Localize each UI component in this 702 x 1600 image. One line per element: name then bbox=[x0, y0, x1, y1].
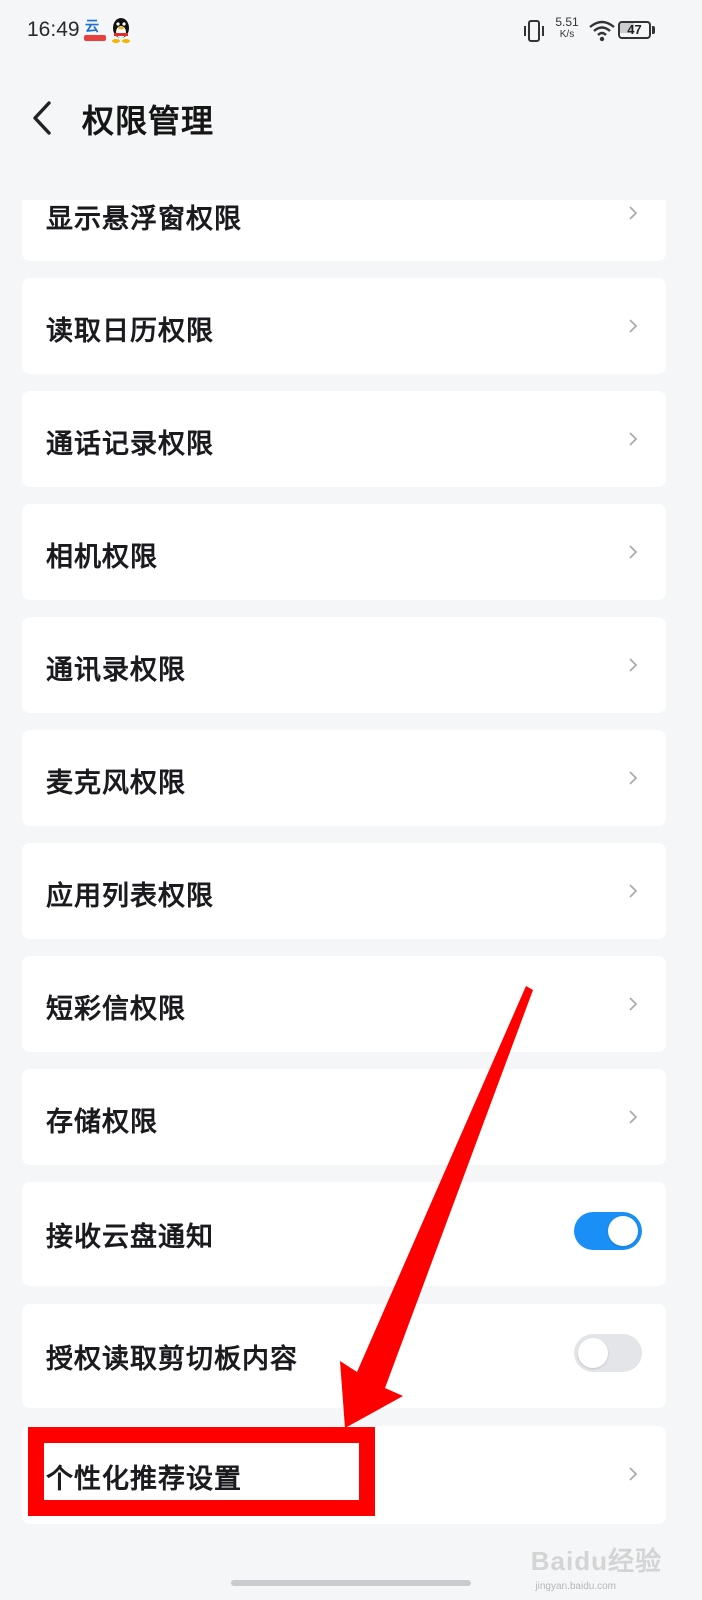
chevron-right-icon bbox=[629, 771, 638, 785]
chevron-right-icon bbox=[629, 1467, 638, 1481]
chevron-right-icon bbox=[629, 1110, 638, 1124]
permission-item-storage[interactable]: 存储权限 bbox=[22, 1069, 666, 1165]
setting-item-label: 接收云盘通知 bbox=[46, 1222, 214, 1253]
scroll-mask bbox=[0, 160, 702, 200]
permission-item-label: 应用列表权限 bbox=[46, 881, 214, 912]
chevron-right-icon bbox=[629, 658, 638, 672]
setting-item-cloud-notification: 接收云盘通知 bbox=[22, 1182, 666, 1286]
page-title: 权限管理 bbox=[82, 102, 215, 140]
chevron-right-icon bbox=[629, 884, 638, 898]
chevron-right-icon bbox=[629, 206, 638, 220]
vibrate-icon bbox=[522, 20, 546, 46]
page-header: 权限管理 bbox=[0, 80, 702, 160]
watermark-sub: jingyan.baidu.com bbox=[535, 1581, 616, 1592]
setting-item-clipboard: 授权读取剪切板内容 bbox=[22, 1304, 666, 1408]
permission-item-label: 通话记录权限 bbox=[46, 429, 214, 460]
wifi-icon bbox=[588, 20, 616, 46]
chevron-left-icon bbox=[33, 101, 51, 135]
permission-item-app-list[interactable]: 应用列表权限 bbox=[22, 843, 666, 939]
permission-item-label: 通讯录权限 bbox=[46, 655, 186, 686]
permission-item-contacts[interactable]: 通讯录权限 bbox=[22, 617, 666, 713]
qq-penguin-icon bbox=[108, 16, 134, 44]
permission-item-calendar[interactable]: 读取日历权限 bbox=[22, 278, 666, 374]
cloud-notification-toggle[interactable] bbox=[574, 1212, 642, 1250]
cloud-app-icon: 云 bbox=[82, 16, 108, 44]
home-indicator[interactable] bbox=[231, 1580, 471, 1586]
chevron-right-icon bbox=[629, 997, 638, 1011]
watermark: Baidu经验 bbox=[530, 1546, 662, 1576]
permission-item-call-log[interactable]: 通话记录权限 bbox=[22, 391, 666, 487]
status-time: 16:49 bbox=[27, 18, 80, 41]
permission-item-personalized-recommendation[interactable]: 个性化推荐设置 bbox=[22, 1426, 666, 1524]
chevron-right-icon bbox=[629, 432, 638, 446]
permission-item-label: 个性化推荐设置 bbox=[46, 1464, 242, 1495]
chevron-right-icon bbox=[629, 545, 638, 559]
network-speed: 5.51 K/s bbox=[555, 15, 579, 40]
permission-item-label: 存储权限 bbox=[46, 1107, 158, 1138]
svg-text:云: 云 bbox=[85, 19, 99, 35]
permission-item-label: 麦克风权限 bbox=[46, 768, 186, 799]
clipboard-toggle[interactable] bbox=[574, 1334, 642, 1372]
permission-item-sms[interactable]: 短彩信权限 bbox=[22, 956, 666, 1052]
setting-item-label: 授权读取剪切板内容 bbox=[46, 1344, 298, 1375]
back-button[interactable] bbox=[22, 92, 62, 144]
battery-icon: 47 bbox=[618, 21, 656, 41]
chevron-right-icon bbox=[629, 319, 638, 333]
battery-level: 47 bbox=[627, 22, 642, 37]
permission-item-label: 相机权限 bbox=[46, 542, 158, 573]
status-bar: 16:49 云 5.51 K/s 47 bbox=[0, 0, 702, 64]
permission-item-microphone[interactable]: 麦克风权限 bbox=[22, 730, 666, 826]
permission-item-label: 短彩信权限 bbox=[46, 994, 186, 1025]
permission-item-label: 读取日历权限 bbox=[46, 316, 214, 347]
permission-item-label: 显示悬浮窗权限 bbox=[46, 204, 242, 235]
permission-item-camera[interactable]: 相机权限 bbox=[22, 504, 666, 600]
